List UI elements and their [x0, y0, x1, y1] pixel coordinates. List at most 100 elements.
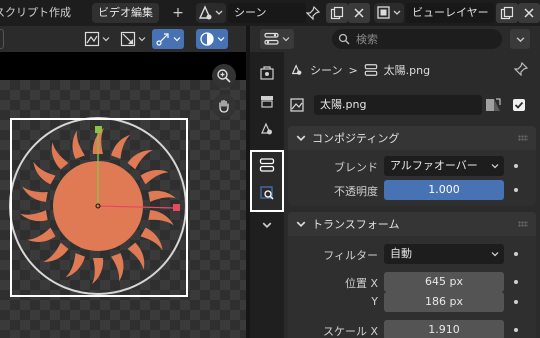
- panel-drag-handle[interactable]: [518, 221, 528, 227]
- delete-view-layer-button[interactable]: [518, 3, 540, 23]
- sun-ray: [127, 242, 145, 270]
- tab-strip-expand[interactable]: [256, 214, 278, 236]
- sun-ray: [65, 253, 85, 278]
- display-mode-toggle[interactable]: [196, 29, 228, 49]
- tab-tool[interactable]: [256, 62, 278, 84]
- properties-panel: シーン > 太陽.png 太陽.png コンポジティング ブレンド アルファオー…: [284, 52, 540, 338]
- sun-ray: [27, 227, 56, 242]
- chevron-down-icon: [217, 37, 225, 42]
- sun-image-strip[interactable]: [0, 52, 246, 338]
- blend-dropdown[interactable]: アルファオーバー: [384, 156, 504, 176]
- delete-scene-button[interactable]: [348, 3, 370, 23]
- zoom-icon: [217, 69, 231, 83]
- scale-x-keyframe-dot[interactable]: [514, 328, 518, 332]
- y-axis-handle[interactable]: [95, 126, 102, 133]
- compositing-panel-header[interactable]: コンポジティング: [288, 126, 536, 150]
- filter-keyframe-dot[interactable]: [514, 252, 518, 256]
- strip-name-row: 太陽.png: [284, 95, 540, 117]
- render-icon: [261, 96, 273, 108]
- position-y-keyframe-dot[interactable]: [514, 300, 518, 304]
- sun-ray: [33, 161, 56, 185]
- add-workspace-button[interactable]: +: [171, 3, 185, 23]
- sun-ray: [51, 142, 69, 170]
- properties-options-button[interactable]: [510, 29, 530, 49]
- transform-tool-toggle[interactable]: [152, 29, 184, 49]
- compositing-panel: コンポジティング ブレンド アルファオーバー 不透明度 1.000: [288, 126, 536, 206]
- sun-ray: [140, 170, 169, 185]
- gizmo-toggle[interactable]: [120, 29, 146, 49]
- view-layer-name-field[interactable]: ビューレイヤー: [406, 3, 494, 23]
- position-x-label: 位置 X: [344, 277, 378, 290]
- transform-title: トランスフォーム: [312, 218, 400, 231]
- breadcrumb-separator: >: [348, 63, 358, 77]
- scene-icon: [198, 5, 223, 20]
- strip-color-tag-icon[interactable]: [484, 97, 502, 113]
- chevron-down-icon: [138, 37, 146, 42]
- workspace-tab-scripting[interactable]: スクリプト作成: [0, 4, 71, 22]
- close-icon: [524, 8, 534, 18]
- close-icon: [354, 8, 364, 18]
- position-y-label: Y: [371, 295, 378, 308]
- opacity-keyframe-dot[interactable]: [514, 188, 518, 192]
- blend-value: アルファオーバー: [390, 159, 478, 172]
- blend-label: ブレンド: [334, 161, 378, 174]
- zoom-button[interactable]: [212, 64, 236, 88]
- image-icon: [290, 98, 304, 112]
- search-icon: [338, 33, 350, 45]
- x-axis-handle[interactable]: [173, 204, 180, 211]
- sun-ray: [127, 150, 153, 170]
- sun-ray: [148, 210, 174, 226]
- position-y-field[interactable]: 186 px: [384, 292, 504, 312]
- pan-button[interactable]: [212, 94, 236, 118]
- search-placeholder: 検索: [356, 33, 378, 46]
- opacity-field[interactable]: 1.000: [384, 180, 504, 200]
- compositing-title: コンポジティング: [312, 132, 400, 145]
- scene-browse-button[interactable]: [196, 3, 226, 23]
- properties-tab-strip: [250, 52, 284, 338]
- breadcrumb: シーン > 太陽.png: [284, 52, 540, 88]
- pin-icon[interactable]: [513, 61, 529, 79]
- chevron-down-icon: [262, 222, 272, 229]
- transform-panel-header[interactable]: トランスフォーム: [288, 212, 536, 236]
- tool-icon: [260, 66, 274, 80]
- scale-x-field[interactable]: 1.910: [384, 320, 504, 338]
- overlay-toggle[interactable]: [84, 29, 110, 49]
- tab-modifiers[interactable]: [256, 182, 278, 204]
- render-layers-icon: [377, 6, 401, 19]
- position-x-keyframe-dot[interactable]: [514, 280, 518, 284]
- preview-header: [0, 26, 246, 52]
- chevron-down-icon: [173, 37, 181, 42]
- sun-ray: [72, 130, 85, 159]
- sun-ray: [140, 227, 163, 251]
- pin-icon[interactable]: [305, 5, 321, 23]
- scale-x-label: スケール X: [322, 325, 378, 338]
- tab-render[interactable]: [256, 90, 278, 112]
- workspace-tab-video-editing[interactable]: ビデオ編集: [92, 3, 159, 23]
- preview-viewport[interactable]: [0, 52, 246, 338]
- new-scene-button[interactable]: [326, 3, 348, 23]
- sun-ray: [111, 253, 124, 282]
- filter-value: 自動: [390, 247, 412, 260]
- properties-editor-icon: [264, 32, 279, 45]
- chevron-down-icon: [296, 135, 306, 142]
- scene-name-field[interactable]: シーン: [228, 3, 306, 23]
- strip-name-field[interactable]: 太陽.png: [314, 95, 482, 115]
- scene-icon: [291, 64, 302, 75]
- sun-ray: [22, 186, 48, 202]
- chevron-down-icon: [282, 37, 290, 42]
- strip-icon: [259, 158, 275, 172]
- editor-type-button[interactable]: [260, 29, 294, 49]
- strip-mute-checkbox[interactable]: [513, 99, 525, 111]
- view-icon: [200, 32, 214, 46]
- position-x-field[interactable]: 645 px: [384, 272, 504, 292]
- properties-search[interactable]: 検索: [332, 29, 502, 49]
- panel-drag-handle[interactable]: [518, 135, 528, 141]
- gizmo-icon: [120, 31, 136, 47]
- blend-keyframe-dot[interactable]: [514, 164, 518, 168]
- tab-scene[interactable]: [256, 118, 278, 140]
- copy-icon: [330, 6, 344, 20]
- filter-dropdown[interactable]: 自動: [384, 244, 504, 264]
- new-view-layer-button[interactable]: [496, 3, 518, 23]
- view-layer-browse-button[interactable]: [374, 3, 404, 23]
- tab-strip-properties[interactable]: [256, 154, 278, 176]
